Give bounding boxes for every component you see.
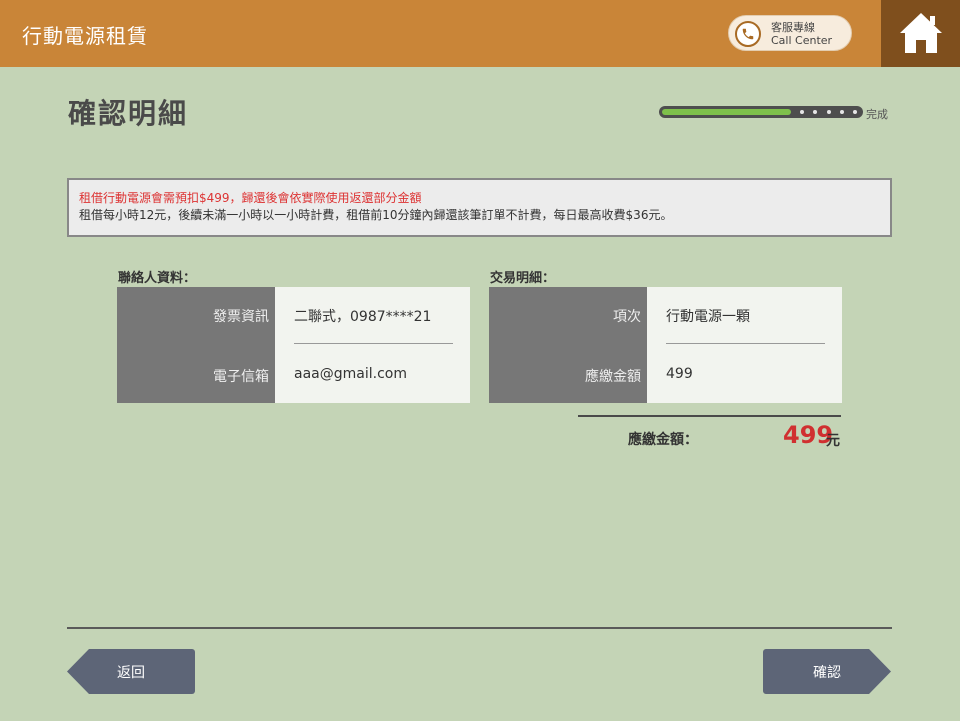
confirm-button[interactable]: 確認	[763, 649, 891, 694]
notice-warning: 租借行動電源會需預扣$499，歸還後會依實際使用返還部分金額	[79, 191, 422, 205]
progress-step-dot	[813, 110, 817, 114]
back-button[interactable]: 返回	[67, 649, 195, 694]
home-icon	[900, 13, 942, 53]
item-value: 行動電源一顆	[666, 309, 750, 325]
notice-info: 租借每小時12元，後續未滿一小時以一小時計費，租借前10分鐘內歸還該筆訂單不計費…	[79, 208, 673, 222]
progress-step-dot	[800, 110, 804, 114]
email-label: 電子信箱	[213, 369, 269, 385]
call-center-label-zh: 客服專線	[771, 21, 815, 34]
contact-table: 發票資訊 電子信箱 二聯式，0987****21 aaa@gmail.com	[117, 287, 470, 403]
progress-step-dot	[840, 110, 844, 114]
transaction-section-label: 交易明細：	[490, 271, 556, 286]
row-divider	[666, 343, 825, 344]
phone-icon	[735, 21, 761, 47]
call-center-label-en: Call Center	[771, 34, 833, 47]
invoice-label: 發票資訊	[213, 309, 269, 325]
home-button[interactable]	[881, 0, 960, 67]
transaction-table: 項次 應繳金額 行動電源一顆 499	[489, 287, 842, 403]
progress-step-dot	[827, 110, 831, 114]
amount-due-label: 應繳金額	[585, 369, 641, 385]
progress-label: 完成	[866, 108, 888, 121]
total-unit: 元	[826, 433, 840, 449]
email-value: aaa@gmail.com	[294, 366, 407, 382]
invoice-value: 二聯式，0987****21	[294, 309, 432, 325]
app-title: 行動電源租賃	[22, 24, 148, 48]
notice-box: 租借行動電源會需預扣$499，歸還後會依實際使用返還部分金額 租借每小時12元，…	[67, 178, 892, 237]
contact-section-label: 聯絡人資料：	[118, 271, 197, 286]
contact-label-column: 發票資訊 電子信箱	[117, 287, 275, 403]
total-divider	[578, 415, 841, 417]
app-header: 行動電源租賃 客服專線 Call Center	[0, 0, 960, 67]
page-title: 確認明細	[68, 97, 189, 130]
total-label: 應繳金額：	[628, 432, 698, 448]
call-center-button[interactable]: 客服專線 Call Center	[728, 15, 852, 51]
progress-fill	[662, 109, 791, 115]
transaction-label-column: 項次 應繳金額	[489, 287, 647, 403]
item-label: 項次	[613, 309, 641, 325]
footer-divider	[67, 627, 892, 629]
row-divider	[294, 343, 453, 344]
progress-bar	[659, 106, 863, 118]
amount-due-value: 499	[666, 366, 693, 382]
progress-step-dot	[853, 110, 857, 114]
